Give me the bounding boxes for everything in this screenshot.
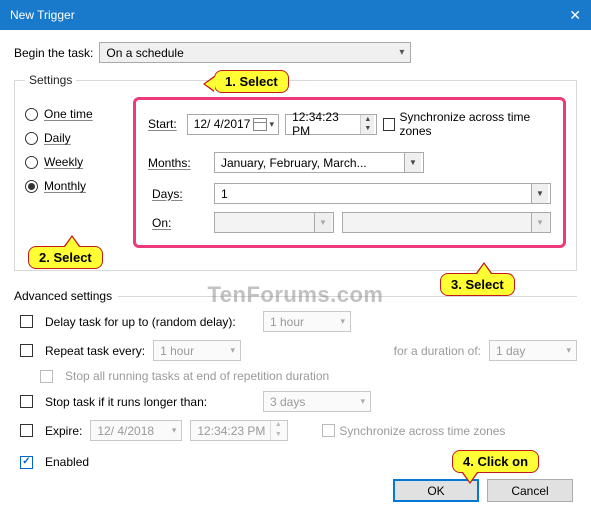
start-time-value: 12:34:23 PM xyxy=(292,110,356,138)
radio-monthly[interactable]: Monthly xyxy=(25,179,133,193)
expire-label: Expire: xyxy=(45,424,82,438)
chevron-down-icon: ▼ xyxy=(531,184,548,203)
calendar-icon xyxy=(253,118,267,131)
radio-one-time[interactable]: One time xyxy=(25,107,133,121)
delay-checkbox[interactable] xyxy=(20,315,37,328)
cancel-button[interactable]: Cancel xyxy=(487,479,573,502)
expire-date-picker: 12/ 4/2018 ▾ xyxy=(90,420,182,441)
checkbox-icon xyxy=(383,118,395,131)
delay-value-select: 1 hour ▾ xyxy=(263,311,351,332)
stop-all-checkbox xyxy=(40,370,57,383)
checkbox-icon xyxy=(322,424,335,437)
on-day-select: ▼ xyxy=(342,212,551,233)
chevron-down-icon: ▾ xyxy=(228,345,239,356)
chevron-down-icon: ▾ xyxy=(169,425,180,436)
repeat-value-select: 1 hour ▾ xyxy=(153,340,241,361)
start-date-value: 12/ 4/2017 xyxy=(194,117,251,131)
begin-task-select[interactable]: On a schedule ▾ xyxy=(99,42,411,63)
callout-4: 4. Click on xyxy=(452,450,539,473)
delay-value: 1 hour xyxy=(270,315,304,329)
chevron-down-icon: ▾ xyxy=(563,345,574,356)
chevron-down-icon: ▾ xyxy=(337,316,348,327)
stop-all-label: Stop all running tasks at end of repetit… xyxy=(65,369,329,383)
callout-3: 3. Select xyxy=(440,273,515,296)
checkbox-icon xyxy=(20,315,33,328)
sync-timezones-label: Synchronize across time zones xyxy=(399,110,551,138)
sync-timezones-checkbox[interactable]: Synchronize across time zones xyxy=(383,110,551,138)
duration-value: 1 day xyxy=(496,344,525,358)
chevron-down-icon: ▾ xyxy=(357,396,368,407)
radio-icon xyxy=(25,108,38,121)
schedule-panel: Start: 12/ 4/2017 ▾ 12:34:23 PM ▲▼ Synch… xyxy=(133,97,566,248)
delay-label: Delay task for up to (random delay): xyxy=(45,315,255,329)
start-time-picker[interactable]: 12:34:23 PM ▲▼ xyxy=(285,114,377,135)
titlebar: New Trigger ✕ xyxy=(0,0,591,30)
repeat-checkbox[interactable] xyxy=(20,344,37,357)
radio-on[interactable]: On: xyxy=(148,216,206,230)
spinner-icon: ▲▼ xyxy=(270,421,285,440)
expire-time-picker: 12:34:23 PM ▲▼ xyxy=(190,420,288,441)
enabled-label: Enabled xyxy=(45,455,89,469)
radio-icon xyxy=(25,156,38,169)
spinner-icon[interactable]: ▲▼ xyxy=(360,115,374,134)
radio-days[interactable]: Days: xyxy=(148,187,206,201)
sync2-checkbox: Synchronize across time zones xyxy=(322,424,505,438)
stop-if-value-select: 3 days ▾ xyxy=(263,391,371,412)
radio-daily-label: Daily xyxy=(44,131,71,145)
sync2-label: Synchronize across time zones xyxy=(339,424,505,438)
expire-checkbox[interactable] xyxy=(20,424,37,437)
on-ordinal-select: ▼ xyxy=(214,212,334,233)
months-label: Months: xyxy=(148,156,191,170)
expire-time-value: 12:34:23 PM xyxy=(197,424,265,438)
checkbox-icon xyxy=(20,344,33,357)
chevron-down-icon: ▼ xyxy=(531,213,548,232)
chevron-down-icon: ▾ xyxy=(399,47,404,58)
radio-monthly-label: Monthly xyxy=(44,179,86,193)
duration-value-select: 1 day ▾ xyxy=(489,340,577,361)
months-value: January, February, March... xyxy=(221,156,367,170)
advanced-settings-label: Advanced settings xyxy=(14,289,112,303)
radio-one-time-label: One time xyxy=(44,107,93,121)
start-label: Start: xyxy=(148,117,177,131)
checkbox-icon xyxy=(20,395,33,408)
duration-label: for a duration of: xyxy=(394,344,481,358)
settings-group: Settings One time Daily Weekly Monthly xyxy=(14,73,577,271)
checkbox-icon xyxy=(20,424,33,437)
callout-1: 1. Select xyxy=(214,70,289,93)
days-select[interactable]: 1 ▼ xyxy=(214,183,551,204)
window-title: New Trigger xyxy=(10,8,75,22)
begin-task-label: Begin the task: xyxy=(14,46,93,60)
chevron-down-icon: ▾ xyxy=(268,119,277,130)
radio-icon xyxy=(25,180,38,193)
expire-date-value: 12/ 4/2018 xyxy=(97,424,154,438)
repeat-value: 1 hour xyxy=(160,344,194,358)
checkbox-icon xyxy=(40,370,53,383)
radio-icon xyxy=(25,132,38,145)
callout-2: 2. Select xyxy=(28,246,103,269)
radio-weekly-label: Weekly xyxy=(44,155,83,169)
chevron-down-icon: ▼ xyxy=(404,153,421,172)
close-icon[interactable]: ✕ xyxy=(541,7,581,24)
checkbox-icon xyxy=(20,456,33,469)
radio-daily[interactable]: Daily xyxy=(25,131,133,145)
stop-if-label: Stop task if it runs longer than: xyxy=(45,395,255,409)
start-date-picker[interactable]: 12/ 4/2017 ▾ xyxy=(187,114,279,135)
repeat-label: Repeat task every: xyxy=(45,344,145,358)
months-select[interactable]: January, February, March... ▼ xyxy=(214,152,424,173)
settings-legend: Settings xyxy=(25,73,76,87)
stop-if-checkbox[interactable] xyxy=(20,395,37,408)
chevron-down-icon: ▼ xyxy=(314,213,331,232)
enabled-checkbox[interactable] xyxy=(20,456,37,469)
days-label: Days: xyxy=(152,187,183,201)
days-value: 1 xyxy=(221,187,228,201)
on-label: On: xyxy=(152,216,171,230)
begin-task-value: On a schedule xyxy=(106,46,183,60)
stop-if-value: 3 days xyxy=(270,395,305,409)
radio-weekly[interactable]: Weekly xyxy=(25,155,133,169)
